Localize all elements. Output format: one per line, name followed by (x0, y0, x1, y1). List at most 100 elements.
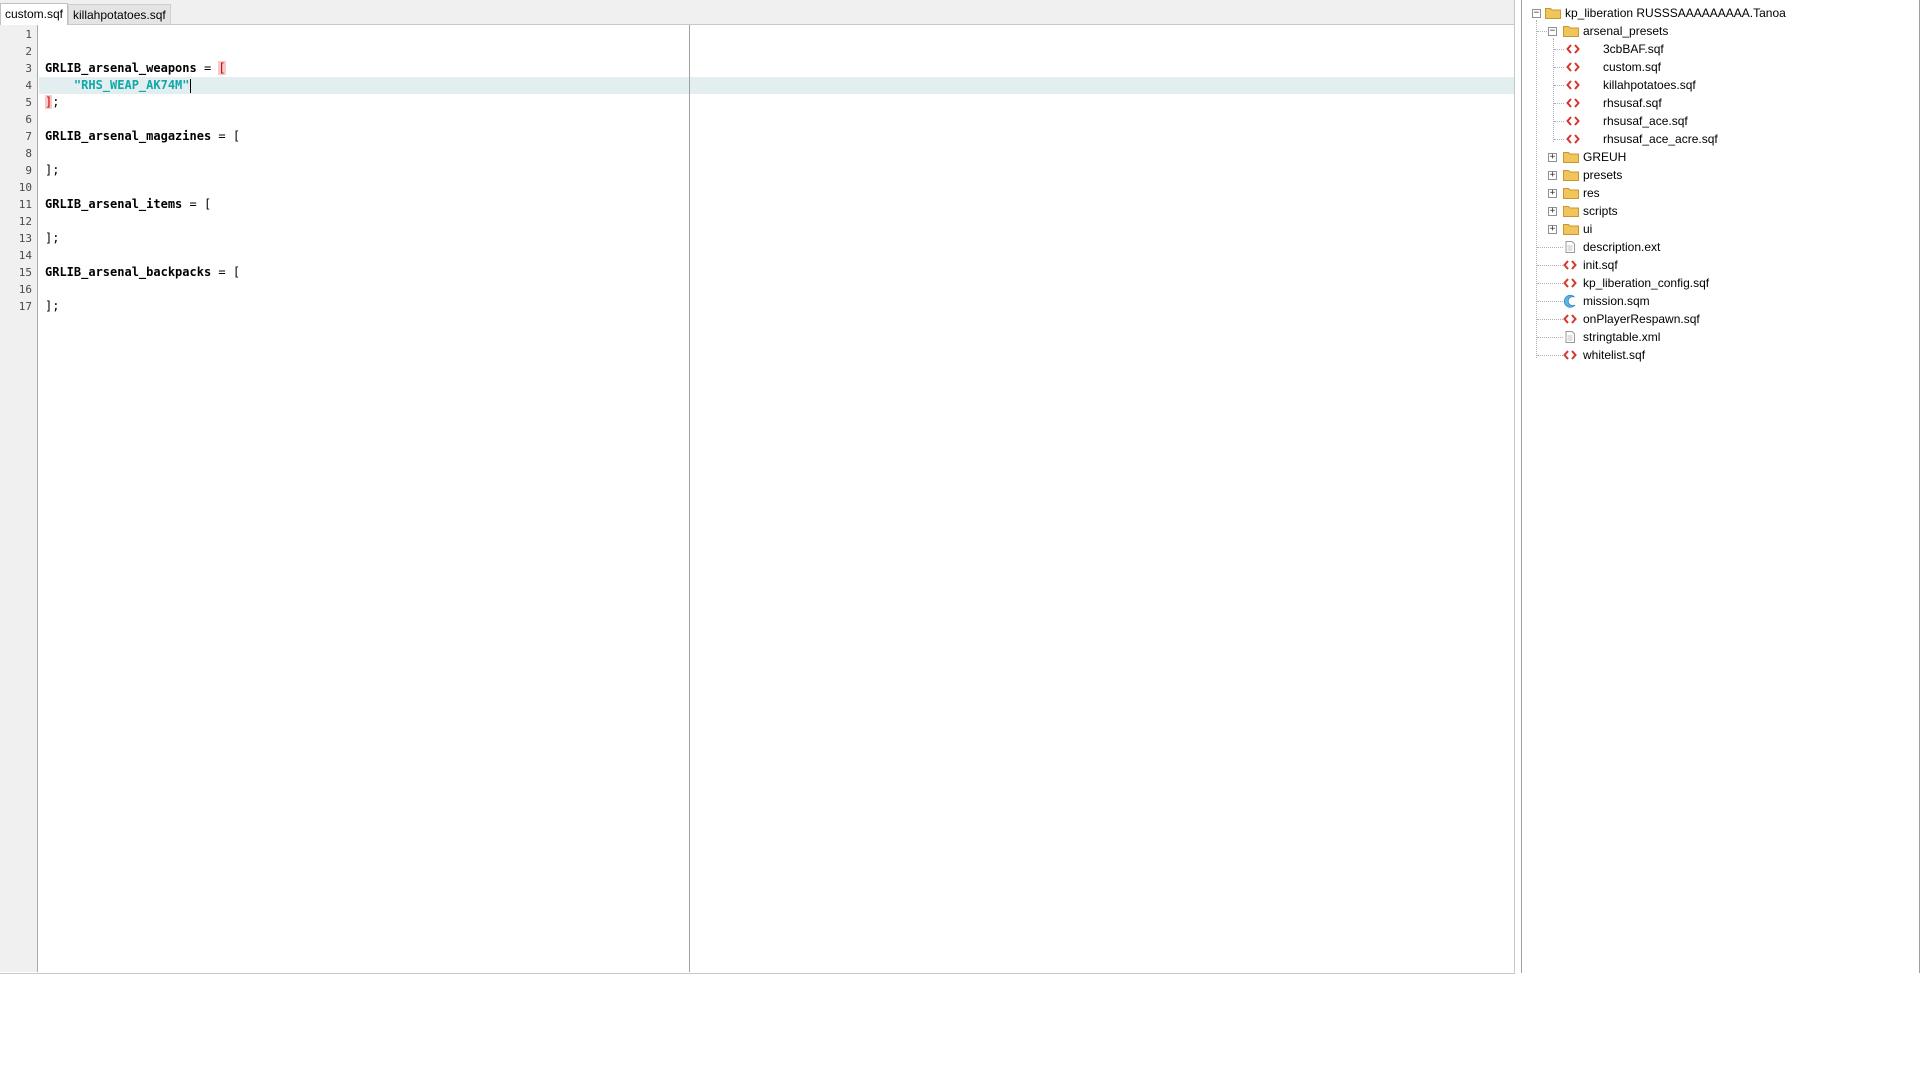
sqf-file-icon (1566, 116, 1580, 126)
tree-guide-line (1537, 31, 1547, 32)
code-editor[interactable]: GRLIB_arsenal_weapons = [ "RHS_WEAP_AK74… (39, 25, 1514, 972)
code-line-1[interactable] (39, 26, 1514, 43)
tree-node-label: rhsusaf.sqf (1603, 96, 1662, 110)
code-identifier: GRLIB_arsenal_items (45, 197, 183, 211)
mission-file-icon (1563, 294, 1576, 308)
tree-node-label: rhsusaf_ace.sqf (1603, 114, 1688, 128)
code-text: ]; (45, 163, 60, 177)
tree-guide-line (1537, 301, 1563, 302)
expand-toggle-icon[interactable]: + (1548, 207, 1557, 216)
project-tree-panel[interactable]: − kp_liberation RUSSSAAAAAAAAA.Tanoa − a… (1521, 0, 1920, 973)
tree-node-label: rhsusaf_ace_acre.sqf (1603, 132, 1718, 146)
folder-icon (1563, 224, 1579, 235)
tree-guide-line (1554, 85, 1564, 86)
tree-node-presets[interactable]: + presets (1522, 166, 1917, 184)
line-number: 16 (18, 283, 32, 296)
tree-file-rhsusaf-ace-sqf[interactable]: rhsusaf_ace.sqf (1522, 112, 1917, 130)
tree-node-scripts[interactable]: + scripts (1522, 202, 1917, 220)
tree-node-label: stringtable.xml (1583, 330, 1661, 344)
tree-file-onplayerrespawn-sqf[interactable]: onPlayerRespawn.sqf (1522, 310, 1917, 328)
code-string-literal: "RHS_WEAP_AK74M" (73, 78, 190, 92)
tree-node-label: res (1583, 186, 1600, 200)
tree-file-3cbbaf-sqf[interactable]: 3cbBAF.sqf (1522, 40, 1917, 58)
line-number: 10 (18, 181, 32, 194)
tree-node-arsenal-presets[interactable]: − arsenal_presets (1522, 22, 1917, 40)
code-line-12[interactable] (39, 213, 1514, 230)
tree-node-label: presets (1583, 168, 1623, 182)
folder-icon (1563, 152, 1579, 163)
tree-node-ui[interactable]: + ui (1522, 220, 1917, 238)
code-line-6[interactable] (39, 111, 1514, 128)
folder-icon (1563, 188, 1579, 199)
tree-file-rhsusaf-sqf[interactable]: rhsusaf.sqf (1522, 94, 1917, 112)
tree-node-label: custom.sqf (1603, 60, 1662, 74)
tree-file-init-sqf[interactable]: init.sqf (1522, 256, 1917, 274)
tree-guide-line (1537, 337, 1563, 338)
line-number: 3 (25, 62, 32, 75)
code-operator: = [ (211, 265, 241, 279)
code-identifier: GRLIB_arsenal_magazines (45, 129, 212, 143)
tree-node-label: ui (1583, 222, 1593, 236)
expand-toggle-icon[interactable]: + (1548, 189, 1557, 198)
code-identifier: GRLIB_arsenal_backpacks (45, 265, 212, 279)
tree-file-description-ext[interactable]: description.ext (1522, 238, 1917, 256)
sqf-file-icon (1563, 350, 1577, 360)
line-number: 4 (25, 79, 32, 92)
code-line-8[interactable] (39, 145, 1514, 162)
tree-node-root[interactable]: − kp_liberation RUSSSAAAAAAAAA.Tanoa (1522, 4, 1917, 22)
code-line-16[interactable] (39, 281, 1514, 298)
tab-killahpotatoes-sqf[interactable]: killahpotatoes.sqf (68, 4, 171, 24)
code-line-13[interactable]: ]; (39, 230, 1514, 247)
code-line-7[interactable]: GRLIB_arsenal_magazines = [ (39, 128, 1514, 145)
edge-column-marker (689, 25, 690, 972)
code-line-2[interactable] (39, 43, 1514, 60)
line-number: 2 (25, 45, 32, 58)
code-line-11[interactable]: GRLIB_arsenal_items = [ (39, 196, 1514, 213)
expand-toggle-icon[interactable]: + (1548, 153, 1557, 162)
tree-node-greuh[interactable]: + GREUH (1522, 148, 1917, 166)
tree-file-custom-sqf[interactable]: custom.sqf (1522, 58, 1917, 76)
code-operator: = (196, 61, 219, 75)
tree-node-label: scripts (1583, 204, 1618, 218)
tree-file-stringtable-xml[interactable]: stringtable.xml (1522, 328, 1917, 346)
tab-bar: custom.sqf killahpotatoes.sqf (0, 0, 1514, 25)
matched-bracket-open: [ (218, 61, 226, 75)
tree-guide-line (1537, 247, 1563, 248)
folder-open-icon (1563, 26, 1579, 37)
code-line-17[interactable]: ]; (39, 298, 1514, 315)
code-operator: ; (52, 95, 60, 109)
code-line-15[interactable]: GRLIB_arsenal_backpacks = [ (39, 264, 1514, 281)
tree-node-label: kp_liberation RUSSSAAAAAAAAA.Tanoa (1565, 6, 1786, 20)
collapse-toggle-icon[interactable]: − (1532, 9, 1541, 18)
tree-file-mission-sqm[interactable]: mission.sqm (1522, 292, 1917, 310)
line-number: 14 (18, 249, 32, 262)
code-line-4-current[interactable]: "RHS_WEAP_AK74M" (39, 77, 1514, 94)
code-operator: = [ (211, 129, 241, 143)
code-text: ]; (45, 299, 60, 313)
expand-toggle-icon[interactable]: + (1548, 171, 1557, 180)
tab-custom-sqf[interactable]: custom.sqf (0, 3, 69, 25)
line-number: 8 (25, 147, 32, 160)
code-line-5[interactable]: ]; (39, 94, 1514, 111)
line-number: 7 (25, 130, 32, 143)
tree-node-res[interactable]: + res (1522, 184, 1917, 202)
collapse-toggle-icon[interactable]: − (1548, 27, 1557, 36)
sqf-file-icon (1563, 278, 1577, 288)
tree-file-killahpotatoes-sqf[interactable]: killahpotatoes.sqf (1522, 76, 1917, 94)
line-number: 17 (18, 300, 32, 313)
tree-file-rhsusaf-ace-acre-sqf[interactable]: rhsusaf_ace_acre.sqf (1522, 130, 1917, 148)
sqf-file-icon (1566, 98, 1580, 108)
text-caret (189, 78, 191, 93)
code-line-9[interactable]: ]; (39, 162, 1514, 179)
tree-guide-line (1554, 49, 1564, 50)
tree-file-kp-liberation-config-sqf[interactable]: kp_liberation_config.sqf (1522, 274, 1917, 292)
code-line-10[interactable] (39, 179, 1514, 196)
code-line-14[interactable] (39, 247, 1514, 264)
tree-file-whitelist-sqf[interactable]: whitelist.sqf (1522, 346, 1917, 364)
expand-toggle-icon[interactable]: + (1548, 225, 1557, 234)
tree-guide-line (1537, 355, 1563, 356)
code-line-3[interactable]: GRLIB_arsenal_weapons = [ (39, 60, 1514, 77)
code-operator: = [ (182, 197, 212, 211)
empty-area (0, 974, 1920, 1080)
